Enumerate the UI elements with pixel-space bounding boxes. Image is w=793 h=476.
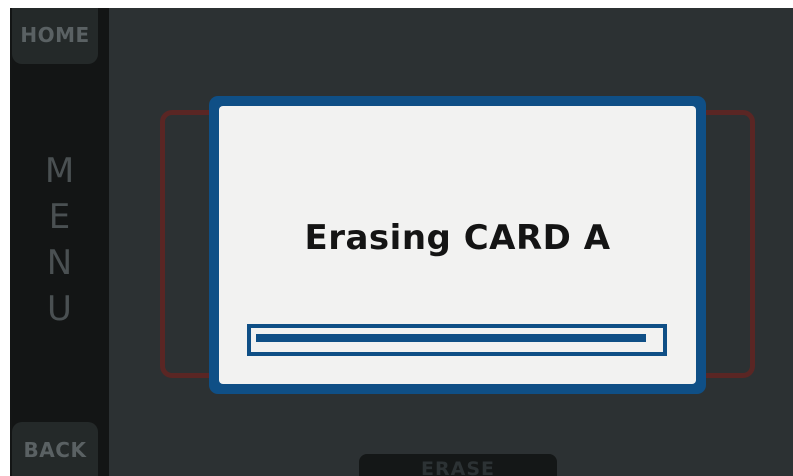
menu-letter: N [46, 243, 73, 283]
erase-progress-bar [247, 324, 667, 356]
sidebar: HOME M E N U BACK [10, 8, 109, 476]
menu-letter: M [44, 151, 75, 191]
home-button[interactable]: HOME [12, 8, 98, 64]
device-screen: HOME M E N U BACK ERASE Erasing CARD A [10, 8, 793, 476]
erase-progress-fill [256, 334, 646, 342]
erase-button[interactable]: ERASE [359, 454, 557, 476]
back-button[interactable]: BACK [12, 422, 98, 476]
menu-letter: U [47, 289, 72, 329]
dialog-title: Erasing CARD A [304, 218, 611, 258]
menu-button[interactable]: M E N U [10, 148, 109, 332]
dialog-body: Erasing CARD A [219, 106, 696, 384]
erase-progress-dialog: Erasing CARD A [209, 96, 706, 394]
menu-letter: E [48, 197, 71, 237]
